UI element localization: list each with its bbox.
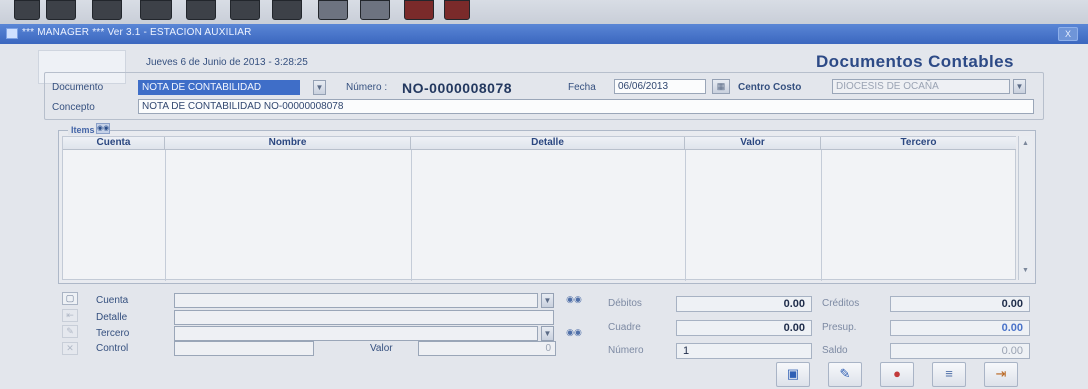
detalle-input[interactable]: [174, 310, 554, 325]
save-icon: ▣: [786, 366, 800, 381]
app-icon: [6, 28, 18, 39]
numero-value: NO-0000008078: [402, 80, 513, 96]
column-header-cuenta[interactable]: Cuenta: [63, 137, 165, 150]
close-button[interactable]: X: [1058, 27, 1078, 41]
toolbar-button[interactable]: [46, 0, 76, 20]
scroll-up-icon[interactable]: ▲: [1021, 139, 1030, 148]
items-grid[interactable]: Cuenta Nombre Detalle Valor Tercero: [62, 136, 1016, 281]
centro-costo-label: Centro Costo: [738, 82, 802, 93]
numero-total-value: 1: [676, 343, 812, 359]
calendar-icon[interactable]: ▦: [712, 79, 730, 94]
toolbar-button[interactable]: [230, 0, 260, 20]
numero-total-label: Número: [608, 345, 644, 356]
insert-line-icon[interactable]: ⇤: [62, 309, 78, 322]
binoculars-icon[interactable]: ◉◉: [565, 293, 583, 306]
print-icon: ≡: [945, 366, 953, 381]
delete-button[interactable]: ●: [880, 362, 914, 387]
edit-button[interactable]: ✎: [828, 362, 862, 387]
centro-costo-select[interactable]: DIOCESIS DE OCAÑA: [832, 79, 1010, 94]
toolbar-button[interactable]: [14, 0, 40, 20]
debitos-value: 0.00: [676, 296, 812, 312]
presup-label: Presup.: [822, 322, 857, 333]
concepto-input[interactable]: NOTA DE CONTABILIDAD NO-00000008078: [138, 99, 1034, 114]
documento-dropdown-icon[interactable]: ▼: [313, 80, 326, 95]
valor-label: Valor: [370, 343, 393, 354]
cuenta-dropdown-icon[interactable]: ▼: [541, 293, 554, 308]
cuenta-label: Cuenta: [96, 295, 129, 306]
toolbar-button[interactable]: [186, 0, 216, 20]
scroll-down-icon[interactable]: ▼: [1021, 266, 1030, 275]
detalle-label: Detalle: [96, 312, 128, 323]
toolbar-button[interactable]: [360, 0, 390, 20]
documento-select[interactable]: NOTA DE CONTABILIDAD: [138, 80, 300, 95]
toolbar-button[interactable]: [272, 0, 302, 20]
creditos-value: 0.00: [890, 296, 1030, 312]
exit-button[interactable]: ⇥: [984, 362, 1018, 387]
tercero-dropdown-icon[interactable]: ▼: [541, 326, 554, 341]
edit-icon: ✎: [839, 366, 851, 381]
edit-line-icon[interactable]: ✎: [62, 325, 78, 338]
toolbar-button[interactable]: [404, 0, 434, 20]
column-header-valor[interactable]: Valor: [685, 137, 821, 150]
toolbar-button[interactable]: [318, 0, 348, 20]
delete-line-icon[interactable]: ✕: [62, 342, 78, 355]
tercero-select[interactable]: [174, 326, 538, 341]
saldo-value: 0.00: [890, 343, 1030, 359]
column-header-tercero[interactable]: Tercero: [821, 137, 1016, 150]
cuadre-value: 0.00: [676, 320, 812, 336]
cuenta-select[interactable]: [174, 293, 538, 308]
numero-label: Número :: [346, 82, 388, 93]
presup-value: 0.00: [890, 320, 1030, 336]
fecha-label: Fecha: [568, 82, 596, 93]
items-label: Items: [68, 125, 98, 135]
fecha-input[interactable]: 06/06/2013: [614, 79, 706, 94]
tercero-label: Tercero: [96, 328, 130, 339]
top-toolbar-strip: [0, 0, 1088, 24]
valor-input[interactable]: 0: [418, 341, 556, 356]
cuadre-label: Cuadre: [608, 322, 641, 333]
binoculars-icon[interactable]: ◉◉: [96, 123, 110, 134]
toolbar-button[interactable]: [140, 0, 172, 20]
column-divider: [685, 150, 686, 281]
print-button[interactable]: ≡: [932, 362, 966, 387]
save-button[interactable]: ▣: [776, 362, 810, 387]
creditos-label: Créditos: [822, 298, 860, 309]
control-label: Control: [96, 343, 129, 354]
window-title-bar: *** MANAGER *** Ver 3.1 - ESTACION AUXIL…: [0, 24, 1088, 44]
documento-label: Documento: [52, 82, 104, 93]
items-vertical-scrollbar[interactable]: ▲ ▼: [1018, 136, 1032, 280]
binoculars-icon[interactable]: ◉◉: [565, 326, 583, 339]
column-divider: [165, 150, 166, 281]
centro-costo-dropdown-icon[interactable]: ▼: [1013, 79, 1026, 94]
column-header-nombre[interactable]: Nombre: [165, 137, 411, 150]
column-header-detalle[interactable]: Detalle: [411, 137, 685, 150]
column-divider: [821, 150, 822, 281]
page-title: Documentos Contables: [816, 52, 1014, 71]
toolbar-button[interactable]: [444, 0, 470, 20]
toolbar-button[interactable]: [92, 0, 122, 20]
control-input[interactable]: [174, 341, 314, 356]
column-divider: [411, 150, 412, 281]
saldo-label: Saldo: [822, 345, 848, 356]
exit-icon: ⇥: [995, 366, 1007, 381]
window-title: *** MANAGER *** Ver 3.1 - ESTACION AUXIL…: [22, 27, 252, 38]
delete-icon: ●: [893, 366, 901, 381]
current-date-text: Jueves 6 de Junio de 2013 - 3:28:25: [146, 57, 308, 68]
concepto-label: Concepto: [52, 102, 95, 113]
debitos-label: Débitos: [608, 298, 642, 309]
new-line-icon[interactable]: ▢: [62, 292, 78, 305]
